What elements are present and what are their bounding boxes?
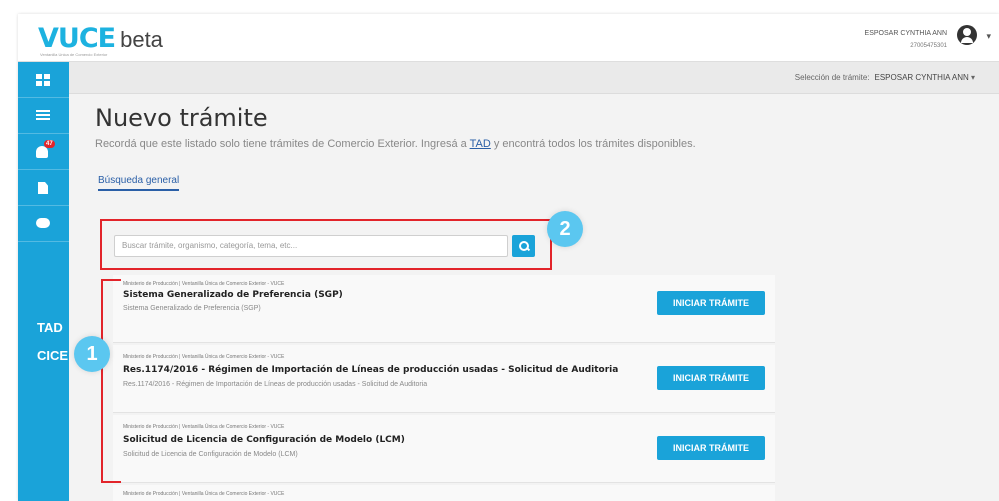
- chat-icon: [36, 218, 50, 228]
- search-input[interactable]: Buscar trámite, organismo, categoría, te…: [114, 235, 508, 257]
- annotation-step-1: 1: [74, 336, 110, 372]
- sidebar-cice-link[interactable]: CICE: [37, 348, 68, 363]
- sidebar-item-notifications[interactable]: 47: [18, 134, 69, 170]
- context-bar: Selección de trámite: ESPOSAR CYNTHIA ANN…: [69, 62, 999, 94]
- subtitle-text-post: y encontrá todos los trámites disponible…: [490, 138, 696, 150]
- sidebar: 47 TAD CICE: [18, 62, 69, 501]
- card-description: Sistema Generalizado de Preferencia (SGP…: [123, 305, 261, 312]
- user-avatar-icon[interactable]: [957, 25, 977, 45]
- sidebar-item-list[interactable]: [18, 98, 69, 134]
- tad-link[interactable]: TAD: [470, 138, 491, 150]
- tab-busqueda-general[interactable]: Búsqueda general: [98, 175, 180, 191]
- card-organism: Ministerio de Producción | Ventanilla Ún…: [123, 424, 285, 430]
- card-organism: Ministerio de Producción | Ventanilla Ún…: [123, 354, 285, 360]
- page-subtitle: Recordá que este listado solo tiene trám…: [95, 138, 696, 150]
- sidebar-tad-link[interactable]: TAD: [37, 320, 63, 335]
- card-organism: Ministerio de Producción | Ventanilla Ún…: [123, 281, 285, 287]
- list-highlight-bracket: [101, 279, 121, 483]
- document-icon: [38, 182, 48, 194]
- user-info[interactable]: ESPOSAR CYNTHIA ANN 27005475301: [865, 28, 947, 52]
- list-icon: [36, 110, 50, 122]
- list-item: Ministerio de Producción | Ventanilla Ún…: [113, 415, 775, 483]
- subtitle-text-pre: Recordá que este listado solo tiene trám…: [95, 138, 470, 150]
- card-organism: Ministerio de Producción | Ventanilla Ún…: [123, 491, 285, 497]
- grid-icon: [36, 74, 50, 86]
- card-description: Res.1174/2016 - Régimen de Importación d…: [123, 381, 428, 388]
- card-description: Solicitud de Licencia de Configuración d…: [123, 451, 298, 458]
- sidebar-item-home[interactable]: [18, 62, 69, 98]
- start-tramite-button[interactable]: INICIAR TRÁMITE: [657, 436, 765, 460]
- card-title: Res.1174/2016 - Régimen de Importación d…: [123, 365, 619, 375]
- page-frame: VUCE beta Ventanilla Unica de Comercio Ex…: [0, 0, 999, 501]
- user-name: ESPOSAR CYNTHIA ANN: [864, 30, 947, 37]
- tramite-selector-label: Selección de trámite:: [794, 73, 870, 82]
- start-tramite-button[interactable]: INICIAR TRÁMITE: [657, 291, 765, 315]
- top-bar: VUCE beta Ventanilla Unica de Comercio Ex…: [18, 14, 999, 62]
- annotation-step-2: 2: [547, 211, 583, 247]
- list-item: Ministerio de Producción | Ventanilla Ún…: [113, 485, 775, 501]
- sidebar-item-documents[interactable]: [18, 170, 69, 206]
- chevron-down-icon: ▾: [970, 73, 975, 82]
- logo-tagline: Ventanilla Unica de Comercio Exterior: [40, 52, 108, 57]
- user-menu-caret-icon[interactable]: ▾: [986, 31, 991, 42]
- start-tramite-button[interactable]: INICIAR TRÁMITE: [657, 366, 765, 390]
- list-item: Ministerio de Producción | Ventanilla Ún…: [113, 345, 775, 413]
- page-title: Nuevo trámite: [95, 104, 268, 132]
- card-title: Sistema Generalizado de Preferencia (SGP…: [123, 290, 343, 300]
- tramite-selector-value: ESPOSAR CYNTHIA ANN: [874, 73, 969, 82]
- logo-brand: VUCE: [38, 23, 116, 54]
- notification-badge: 47: [44, 140, 55, 148]
- logo-suffix: beta: [120, 27, 163, 52]
- search-button[interactable]: [512, 235, 535, 257]
- tramite-selector[interactable]: Selección de trámite: ESPOSAR CYNTHIA ANN…: [795, 73, 975, 82]
- user-cuit: 27005475301: [910, 43, 947, 49]
- sidebar-item-messages[interactable]: [18, 206, 69, 242]
- list-item: Ministerio de Producción | Ventanilla Ún…: [113, 275, 775, 343]
- card-title: Solicitud de Licencia de Configuración d…: [123, 435, 405, 445]
- vuce-logo[interactable]: VUCE beta: [38, 23, 163, 54]
